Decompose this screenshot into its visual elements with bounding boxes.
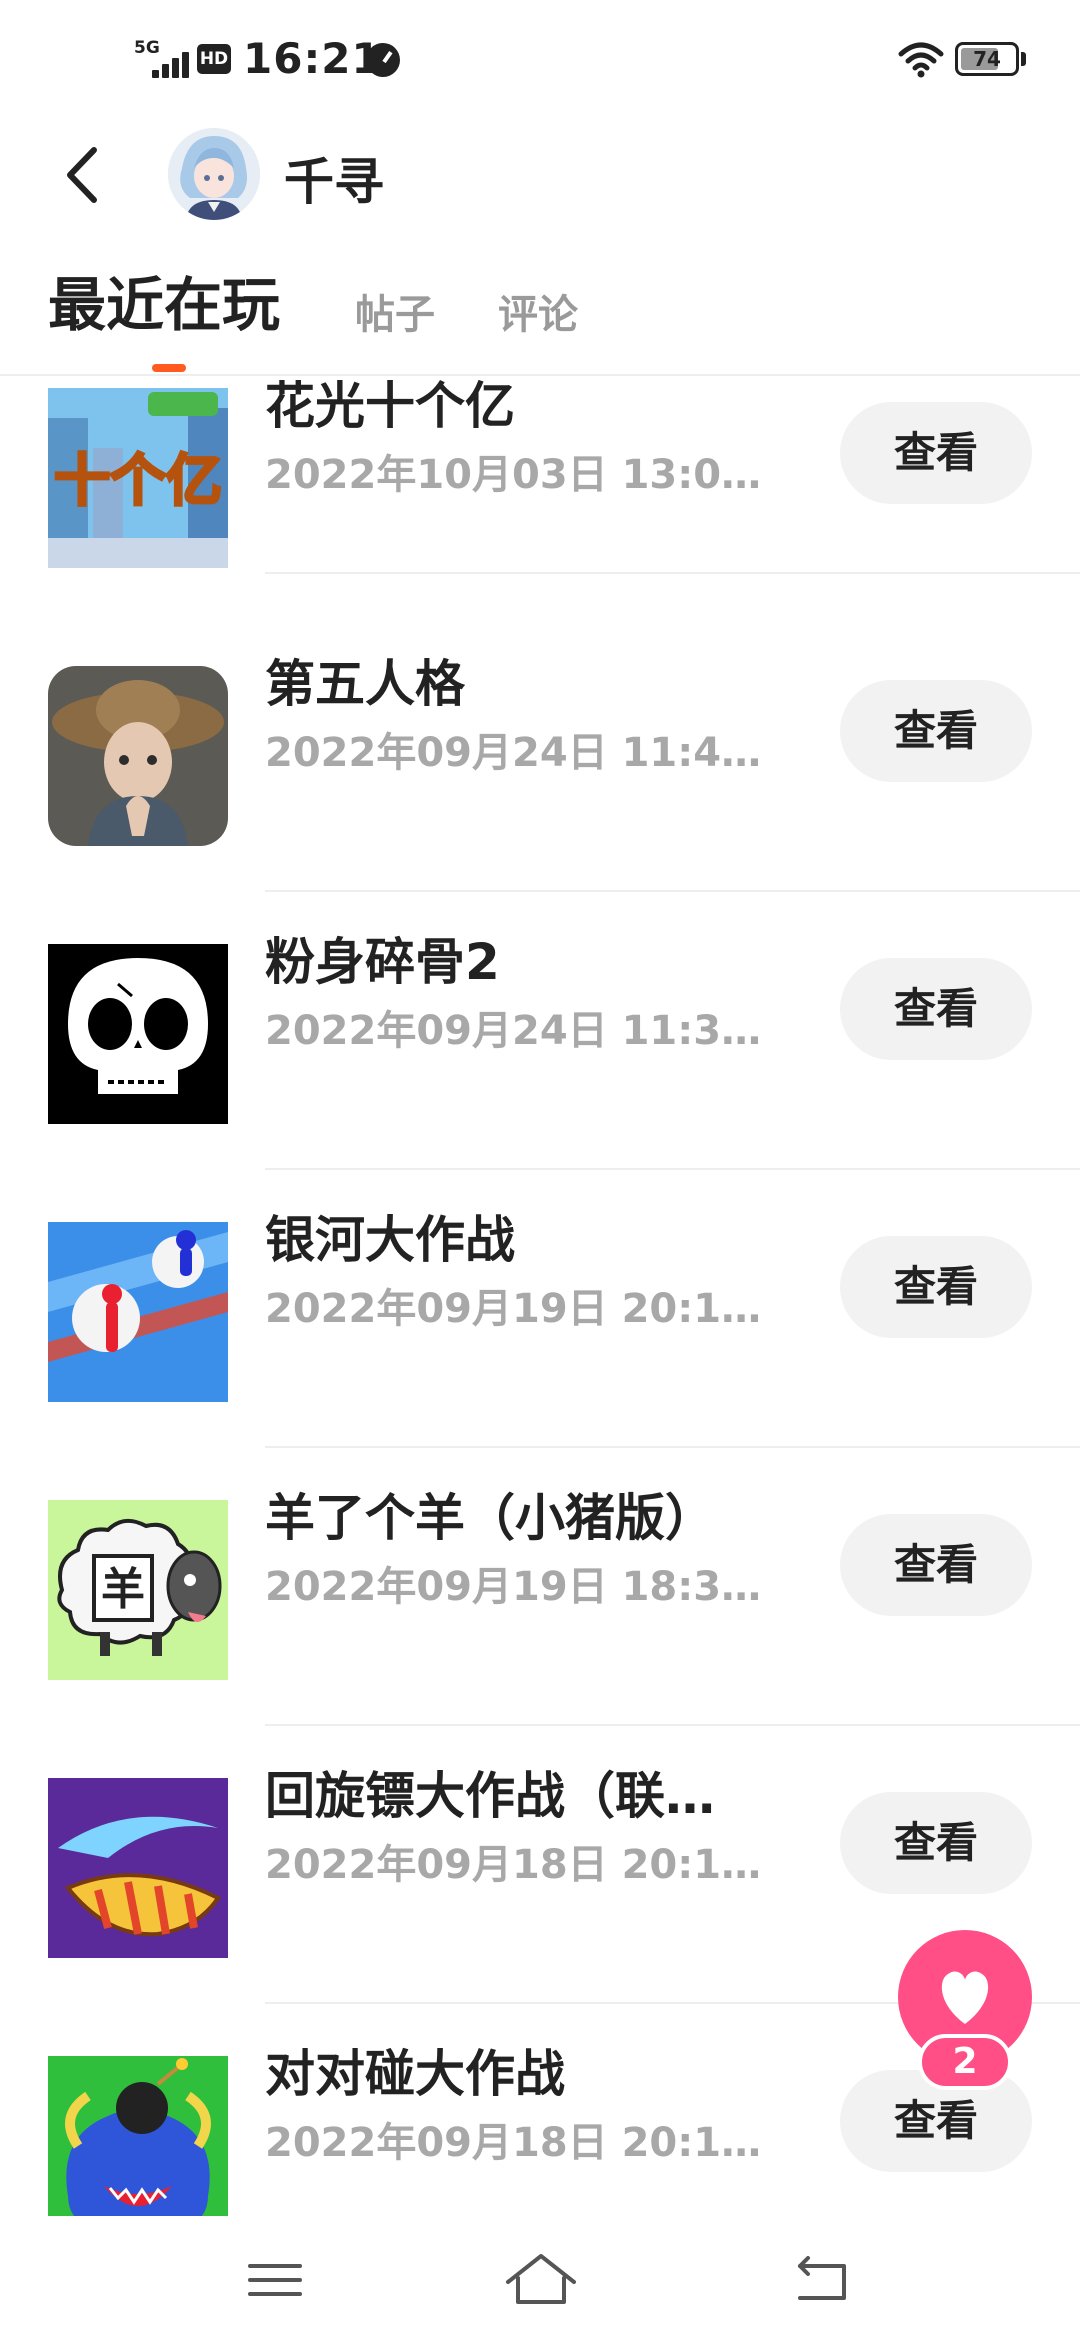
like-count-badge: 2	[918, 2034, 1012, 2090]
game-title: 羊了个羊（小猪版）	[265, 1489, 715, 1547]
tab-bar: 最近在玩 帖子 评论	[0, 260, 1080, 376]
tab-comments[interactable]: 评论	[498, 270, 578, 370]
screen: 5G HD 16:21 74 千寻 最近在玩 帖子 评论 十个亿 花光十个亿 2…	[0, 0, 1080, 2340]
game-time: 2022年10月03日 13:00…	[265, 452, 770, 498]
battery-level: 74	[973, 47, 1001, 71]
game-time: 2022年09月24日 11:37…	[265, 1008, 770, 1054]
game-title: 对对碰大作战	[265, 2045, 565, 2103]
view-button[interactable]: 查看	[840, 1236, 1032, 1338]
username: 千寻	[284, 153, 384, 211]
game-icon-boomerang	[48, 1778, 228, 1958]
game-time: 2022年09月18日 20:16…	[265, 2120, 770, 2166]
alarm-icon	[366, 43, 400, 77]
system-nav-bar	[0, 2220, 1080, 2340]
game-time: 2022年09月19日 20:13…	[265, 1286, 770, 1332]
game-title: 花光十个亿	[265, 377, 515, 435]
game-icon-sheep: 羊	[48, 1500, 228, 1680]
view-button[interactable]: 查看	[840, 1514, 1032, 1616]
profile-header: 千寻	[0, 120, 1080, 230]
menu-icon[interactable]	[230, 2240, 320, 2320]
battery-icon: 74	[955, 42, 1019, 76]
hd-icon: HD	[197, 44, 231, 74]
game-icon-match	[48, 2056, 228, 2216]
game-icon-huaguang: 十个亿	[48, 388, 228, 568]
list-item[interactable]: 第五人格 2022年09月24日 11:40… 查看	[0, 614, 1080, 892]
game-title: 回旋镖大作战（联…	[265, 1767, 715, 1825]
view-button[interactable]: 查看	[840, 402, 1032, 504]
view-button[interactable]: 查看	[840, 680, 1032, 782]
status-bar: 5G HD 16:21 74	[0, 0, 1080, 120]
game-time: 2022年09月24日 11:40…	[265, 730, 770, 776]
game-icon-skull	[48, 944, 228, 1124]
chevron-left-icon[interactable]	[50, 140, 120, 210]
tab-posts[interactable]: 帖子	[355, 270, 435, 370]
game-icon-identity-v	[48, 666, 228, 846]
view-button[interactable]: 查看	[840, 958, 1032, 1060]
list-item[interactable]: 粉身碎骨2 2022年09月24日 11:37… 查看	[0, 892, 1080, 1170]
divider	[265, 572, 1080, 574]
svg-text:十个亿: 十个亿	[54, 449, 222, 514]
active-tab-indicator	[152, 364, 186, 372]
list-item[interactable]: 银河大作战 2022年09月19日 20:13… 查看	[0, 1170, 1080, 1448]
battery-tip	[1021, 52, 1026, 66]
tab-recently-played[interactable]: 最近在玩	[48, 260, 280, 360]
list-item[interactable]: 十个亿 花光十个亿 2022年10月03日 13:00… 查看	[0, 376, 1080, 614]
wifi-icon	[898, 42, 944, 78]
status-time: 16:21	[243, 34, 382, 83]
signal-icon: 5G	[134, 38, 190, 78]
home-icon[interactable]	[496, 2240, 586, 2320]
game-title: 第五人格	[265, 655, 465, 713]
game-title: 粉身碎骨2	[265, 933, 500, 991]
game-time: 2022年09月18日 20:18…	[265, 1842, 770, 1888]
game-title: 银河大作战	[265, 1211, 515, 1269]
game-icon-galaxy	[48, 1222, 228, 1402]
svg-text:羊: 羊	[101, 1564, 145, 1615]
view-button[interactable]: 查看	[840, 1792, 1032, 1894]
list-item[interactable]: 羊 羊了个羊（小猪版） 2022年09月19日 18:35… 查看	[0, 1448, 1080, 1726]
game-time: 2022年09月19日 18:35…	[265, 1564, 770, 1610]
avatar[interactable]	[168, 128, 260, 220]
back-arrow-icon[interactable]	[778, 2240, 868, 2320]
